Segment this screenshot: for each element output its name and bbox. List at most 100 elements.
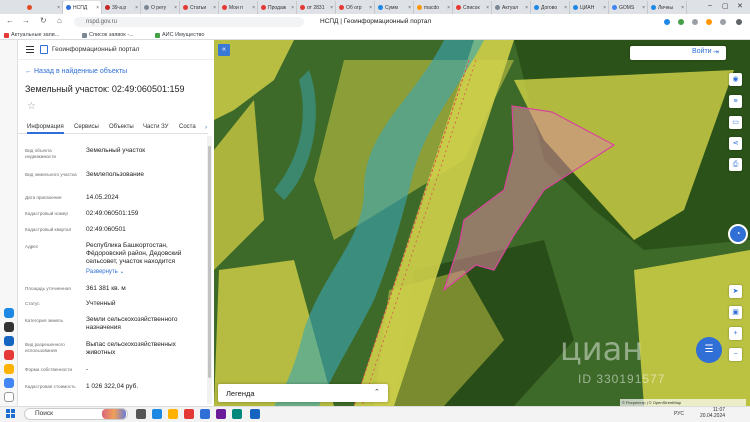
close-tab-icon[interactable]: × — [57, 5, 60, 11]
scrollbar-thumb[interactable] — [208, 146, 211, 378]
browser-tab[interactable]: Список × — [453, 1, 492, 14]
bookmark-item[interactable]: АИС Имущество — [155, 32, 204, 38]
tab-objects[interactable]: Объекты — [109, 124, 134, 130]
zoom-in-icon[interactable]: + — [729, 327, 742, 340]
browser-tab[interactable]: ЦИАН × — [570, 1, 609, 14]
taskbar-app-icon[interactable] — [232, 409, 242, 419]
browser-tab[interactable]: Статьи × — [180, 1, 219, 14]
close-tab-icon[interactable]: × — [525, 5, 528, 11]
browser-tab[interactable]: Об огр × — [336, 1, 375, 14]
property-label: Адрес — [25, 244, 39, 249]
browser-tab[interactable]: Мои п × — [219, 1, 258, 14]
chat-icon[interactable]: ☰ — [696, 337, 722, 363]
browser-tab[interactable]: Актуал × — [492, 1, 531, 14]
tab-composition[interactable]: Соста — [179, 124, 196, 130]
add-icon[interactable] — [4, 392, 14, 402]
side-app-icon[interactable] — [4, 308, 14, 318]
close-tab-icon[interactable]: × — [330, 5, 333, 11]
bookmark-item[interactable]: Список заявок -... — [82, 32, 134, 38]
close-tab-icon[interactable]: × — [213, 5, 216, 11]
close-tab-icon[interactable]: × — [642, 5, 645, 11]
browser-tab[interactable]: О регу × — [141, 1, 180, 14]
home-icon[interactable]: ⌂ — [57, 16, 62, 25]
back-nav-icon[interactable]: ← — [6, 16, 14, 25]
zoom-out-icon[interactable]: − — [729, 348, 742, 361]
tabs-scroll-icon[interactable]: › — [202, 124, 210, 132]
satellite-map[interactable] — [214, 40, 750, 406]
close-tab-icon[interactable]: × — [96, 5, 99, 11]
collapse-panel-button[interactable]: « — [218, 44, 230, 56]
clock[interactable]: 11:07 20.04.2024 — [700, 407, 725, 419]
side-app-icon[interactable] — [4, 364, 14, 374]
close-tab-icon[interactable]: × — [681, 5, 684, 11]
edge-icon[interactable] — [152, 409, 162, 419]
browser-tab[interactable]: macdo × — [414, 1, 453, 14]
word-icon[interactable] — [250, 409, 260, 419]
close-tab-icon[interactable]: × — [174, 5, 177, 11]
close-tab-icon[interactable]: × — [564, 5, 567, 11]
browser-tab[interactable]: GOMS × — [609, 1, 648, 14]
favorite-star-icon[interactable]: ☆ — [27, 101, 36, 112]
back-to-results-link[interactable]: ← Назад в найденные объекты — [25, 68, 127, 75]
browser-tab[interactable]: НСПД × — [63, 1, 102, 14]
property-label: Кадастровый номер — [25, 211, 68, 216]
extension-icon[interactable] — [692, 19, 698, 25]
browser-tab[interactable]: × — [24, 1, 63, 14]
basemap-icon[interactable]: ▣ — [729, 306, 742, 319]
close-tab-icon[interactable]: × — [603, 5, 606, 11]
tab-information[interactable]: Информация — [27, 124, 64, 134]
browser-tab[interactable]: Личны × — [648, 1, 687, 14]
side-app-icon[interactable] — [4, 336, 14, 346]
windows-start-icon[interactable] — [6, 409, 15, 418]
navigate-icon[interactable]: ➤ — [729, 285, 742, 298]
browser-tab[interactable]: от 2831 × — [297, 1, 336, 14]
map-canvas[interactable] — [214, 40, 750, 406]
close-window-icon[interactable]: ✕ — [737, 2, 743, 10]
tab-favicon-icon — [27, 5, 32, 10]
browser-tab[interactable]: Продаж × — [258, 1, 297, 14]
task-view-icon[interactable] — [136, 409, 146, 419]
extensions-bar — [660, 16, 746, 28]
close-tab-icon[interactable]: × — [252, 5, 255, 11]
expand-address-link[interactable]: Развернуть ⌄ — [86, 269, 166, 275]
browser-tab[interactable]: Догово × — [531, 1, 570, 14]
measure-icon[interactable]: ▭ — [729, 116, 742, 129]
assistant-badge-icon[interactable]: ◔ — [728, 224, 748, 244]
side-app-icon[interactable] — [4, 350, 14, 360]
taskbar-app-icon[interactable] — [200, 409, 210, 419]
close-tab-icon[interactable]: × — [369, 5, 372, 11]
extension-icon[interactable] — [664, 19, 670, 25]
tab-label: Личны — [658, 4, 674, 11]
extension-icon[interactable] — [706, 19, 712, 25]
maximize-icon[interactable]: ▢ — [722, 2, 729, 10]
extension-icon[interactable] — [678, 19, 684, 25]
share-icon[interactable]: ⋖ — [729, 137, 742, 150]
address-input[interactable]: nspd.gov.ru — [74, 17, 304, 27]
close-tab-icon[interactable]: × — [135, 5, 138, 11]
close-tab-icon[interactable]: × — [291, 5, 294, 11]
menu-icon[interactable] — [26, 46, 34, 53]
close-tab-icon[interactable]: × — [447, 5, 450, 11]
tab-services[interactable]: Сервисы — [74, 124, 99, 130]
object-tabs: Информация Сервисы Объекты Части ЗУ Сост… — [18, 122, 208, 134]
browser-tab[interactable]: Сумм × — [375, 1, 414, 14]
menu-icon[interactable] — [736, 19, 742, 25]
reload-icon[interactable]: ↻ — [40, 16, 47, 25]
layers-icon[interactable]: ≡ — [729, 95, 742, 108]
yandex-browser-icon[interactable] — [184, 409, 194, 419]
browser-tab[interactable]: 39-а.р × — [102, 1, 141, 14]
close-tab-icon[interactable]: × — [408, 5, 411, 11]
print-icon[interactable]: ⎙ — [729, 158, 742, 171]
taskbar-app-icon[interactable] — [216, 409, 226, 419]
bookmark-item[interactable]: Актуальные запи... — [4, 32, 59, 38]
location-icon[interactable]: ◉ — [729, 73, 742, 86]
tab-parts[interactable]: Части ЗУ — [143, 124, 168, 130]
file-explorer-icon[interactable] — [168, 409, 178, 419]
minimize-icon[interactable]: – — [708, 2, 712, 9]
property-label: Кадастровая стоимость — [25, 384, 76, 389]
close-tab-icon[interactable]: × — [486, 5, 489, 11]
side-app-icon[interactable] — [4, 322, 14, 332]
side-app-icon[interactable] — [4, 378, 14, 388]
forward-nav-icon[interactable]: → — [22, 16, 30, 25]
profile-icon[interactable] — [720, 19, 726, 25]
